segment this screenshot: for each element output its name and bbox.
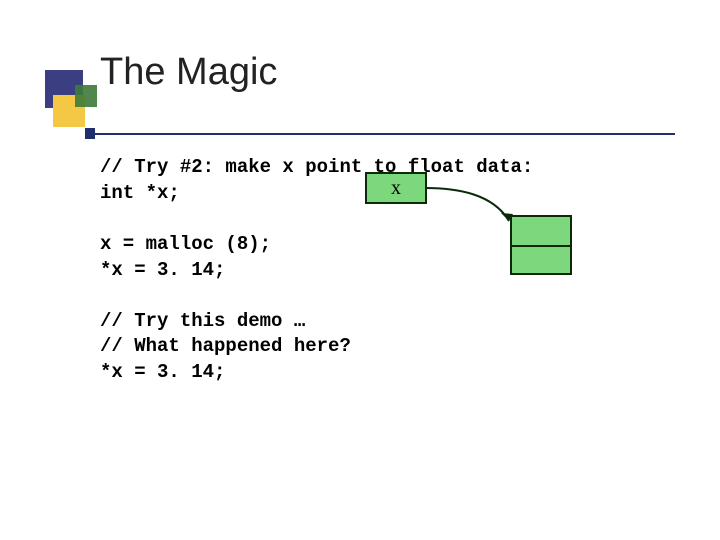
code-line-8: // What happened here? (100, 335, 351, 357)
code-line-5: *x = 3. 14; (100, 259, 225, 281)
code-line-1: // Try #2: make x point to float data: (100, 156, 533, 178)
code-block: // Try #2: make x point to float data: i… (100, 155, 533, 386)
slide: The Magic // Try #2: make x point to flo… (0, 0, 720, 540)
heap-box-divider (512, 245, 570, 247)
code-line-9: *x = 3. 14; (100, 361, 225, 383)
rule-tick (85, 128, 95, 139)
variable-x-box: x (365, 172, 427, 204)
variable-x-label: x (391, 177, 401, 199)
decor-block-green (75, 85, 97, 107)
code-line-4: x = malloc (8); (100, 233, 271, 255)
slide-title: The Magic (100, 51, 277, 94)
heap-allocation-box (510, 215, 572, 275)
code-line-7: // Try this demo … (100, 310, 305, 332)
code-line-2: int *x; (100, 182, 180, 204)
rule-line (95, 133, 675, 135)
